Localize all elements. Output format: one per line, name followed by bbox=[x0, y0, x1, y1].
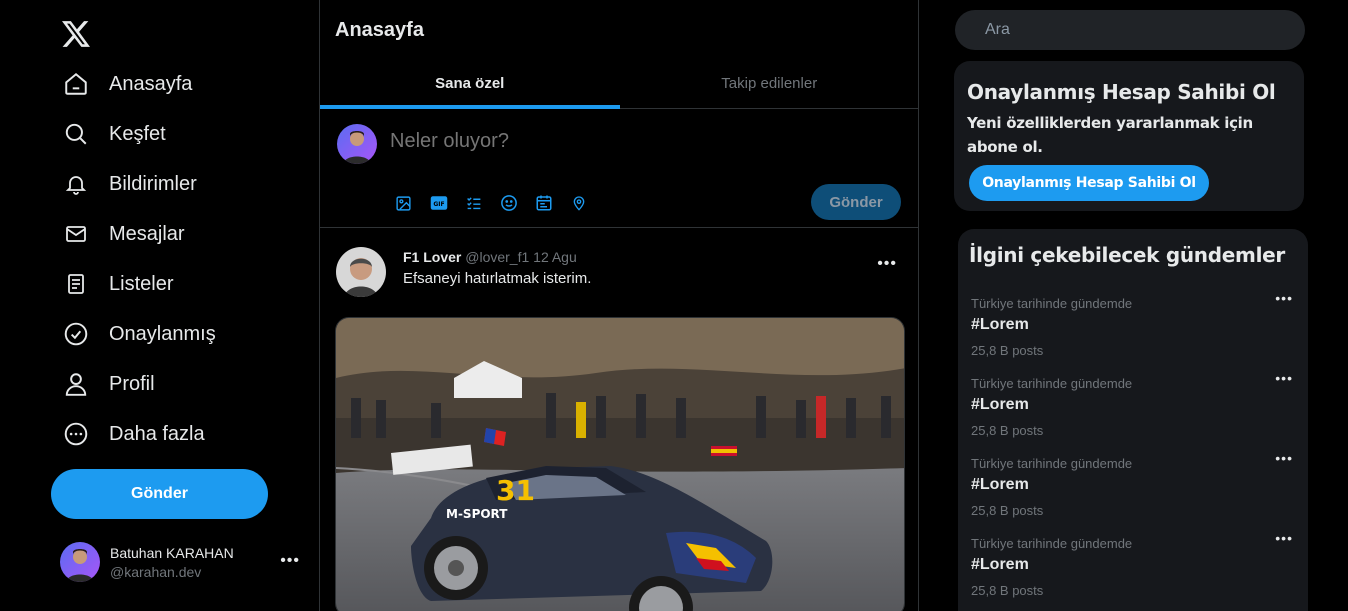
search-icon bbox=[60, 118, 92, 150]
active-tab-indicator bbox=[320, 105, 620, 109]
user-icon bbox=[60, 368, 92, 400]
avatar bbox=[337, 124, 377, 164]
trend-item[interactable]: Türkiye tarihinde gündemde #Lorem 25,8 B… bbox=[971, 450, 1301, 536]
more-icon[interactable]: ••• bbox=[877, 255, 897, 273]
nav-label: Listeler bbox=[109, 272, 174, 295]
more-icon[interactable]: ••• bbox=[1275, 530, 1293, 546]
location-icon[interactable] bbox=[561, 192, 596, 214]
nav-item-profile[interactable]: Profil bbox=[60, 364, 155, 404]
premium-description: Yeni özelliklerden yararlanmak için abon… bbox=[967, 114, 1253, 156]
nav-label: Daha fazla bbox=[109, 422, 205, 445]
tweet-author-name[interactable]: F1 Lover bbox=[403, 249, 461, 265]
trend-item[interactable]: Türkiye tarihinde gündemde #Lorem 25,8 B… bbox=[971, 290, 1301, 376]
svg-text:31: 31 bbox=[496, 474, 535, 507]
nav-item-explore[interactable]: Keşfet bbox=[60, 114, 166, 154]
main-timeline: Anasayfa Sana özel Takip edilenler GIF bbox=[319, 0, 919, 611]
image-icon[interactable] bbox=[386, 192, 421, 214]
subscribe-button[interactable]: Onaylanmış Hesap Sahibi Ol bbox=[969, 165, 1209, 201]
trend-item[interactable]: Türkiye tarihinde gündemde #Lorem 25,8 B… bbox=[971, 530, 1301, 611]
nav-label: Mesajlar bbox=[109, 222, 185, 245]
avatar[interactable] bbox=[336, 247, 386, 297]
trend-tag: #Lorem bbox=[971, 556, 1029, 573]
nav-label: Bildirimler bbox=[109, 172, 197, 195]
nav-label: Keşfet bbox=[109, 122, 166, 145]
trends-panel: İlgini çekebilecek gündemler Türkiye tar… bbox=[958, 229, 1308, 611]
trend-context: Türkiye tarihinde gündemde bbox=[971, 296, 1133, 311]
tab-label: Sana özel bbox=[435, 74, 505, 92]
premium-card: Onaylanmış Hesap Sahibi Ol Yeni özellikl… bbox=[954, 61, 1304, 211]
nav-item-lists[interactable]: Listeler bbox=[60, 264, 173, 304]
tweet-media-image[interactable]: 31 M-SPORT bbox=[335, 317, 905, 611]
more-icon[interactable]: ••• bbox=[1275, 290, 1293, 306]
emoji-icon[interactable] bbox=[491, 192, 526, 214]
tab-for-you[interactable]: Sana özel bbox=[320, 58, 620, 109]
nav-item-more[interactable]: Daha fazla bbox=[60, 414, 205, 454]
search-bar[interactable] bbox=[955, 10, 1305, 50]
compose-input[interactable] bbox=[390, 130, 890, 153]
premium-title: Onaylanmış Hesap Sahibi Ol bbox=[967, 80, 1276, 104]
search-input[interactable] bbox=[955, 21, 1305, 39]
verified-icon bbox=[60, 318, 92, 350]
x-logo-icon[interactable] bbox=[60, 18, 92, 50]
app-root: Anasayfa Keşfet Bildirimler Mesajlar Lis… bbox=[0, 0, 1348, 611]
account-handle: @karahan.dev bbox=[110, 563, 202, 580]
trend-tag: #Lorem bbox=[971, 476, 1029, 493]
tweet-author-meta: @lover_f1 12 Agu bbox=[461, 249, 577, 265]
more-icon[interactable]: ••• bbox=[1275, 370, 1293, 386]
trend-tag: #Lorem bbox=[971, 396, 1029, 413]
tweet-header: F1 Lover @lover_f1 12 Agu bbox=[403, 249, 577, 265]
page-title: Anasayfa bbox=[335, 19, 424, 41]
nav-label: Onaylanmış bbox=[109, 322, 216, 345]
gif-icon[interactable]: GIF bbox=[421, 192, 456, 214]
bell-icon bbox=[60, 168, 92, 200]
tab-label: Takip edilenler bbox=[721, 74, 818, 92]
trend-count: 25,8 B posts bbox=[971, 423, 1044, 438]
nav-label: Profil bbox=[109, 372, 155, 395]
tweet[interactable]: F1 Lover @lover_f1 12 Agu Efsaneyi hatır… bbox=[320, 229, 919, 611]
left-sidebar: Anasayfa Keşfet Bildirimler Mesajlar Lis… bbox=[0, 0, 319, 611]
tweet-composer: GIF Gönder bbox=[320, 110, 919, 228]
svg-text:GIF: GIF bbox=[433, 201, 444, 208]
trend-count: 25,8 B posts bbox=[971, 343, 1044, 358]
trend-count: 25,8 B posts bbox=[971, 503, 1044, 518]
trend-context: Türkiye tarihinde gündemde bbox=[971, 536, 1133, 551]
nav-item-messages[interactable]: Mesajlar bbox=[60, 214, 185, 254]
svg-text:M-SPORT: M-SPORT bbox=[446, 507, 508, 521]
trend-context: Türkiye tarihinde gündemde bbox=[971, 456, 1133, 471]
more-circle-icon bbox=[60, 418, 92, 450]
account-name: Batuhan KARAHAN bbox=[110, 544, 234, 561]
avatar bbox=[60, 542, 100, 582]
poll-icon[interactable] bbox=[456, 192, 491, 214]
trend-item[interactable]: Türkiye tarihinde gündemde #Lorem 25,8 B… bbox=[971, 370, 1301, 456]
nav-item-notifications[interactable]: Bildirimler bbox=[60, 164, 197, 204]
post-button[interactable]: Gönder bbox=[51, 469, 268, 519]
more-icon[interactable]: ••• bbox=[1275, 450, 1293, 466]
timeline-tabs: Sana özel Takip edilenler bbox=[320, 58, 919, 109]
composer-toolbar: GIF bbox=[386, 192, 596, 214]
tweet-text: Efsaneyi hatırlatmak isterim. bbox=[403, 270, 592, 287]
tab-following[interactable]: Takip edilenler bbox=[620, 58, 920, 108]
mail-icon bbox=[60, 218, 92, 250]
schedule-icon[interactable] bbox=[526, 192, 561, 214]
nav-item-verified[interactable]: Onaylanmış bbox=[60, 314, 216, 354]
account-switcher[interactable]: Batuhan KARAHAN @karahan.dev ••• bbox=[60, 540, 310, 584]
nav-label: Anasayfa bbox=[109, 72, 193, 95]
trend-tag: #Lorem bbox=[971, 316, 1029, 333]
trend-count: 25,8 B posts bbox=[971, 583, 1044, 598]
home-icon bbox=[60, 68, 92, 100]
trend-context: Türkiye tarihinde gündemde bbox=[971, 376, 1133, 391]
more-icon[interactable]: ••• bbox=[280, 552, 300, 570]
list-icon bbox=[60, 268, 92, 300]
send-button[interactable]: Gönder bbox=[811, 184, 901, 220]
nav-item-home[interactable]: Anasayfa bbox=[60, 64, 192, 104]
trends-title: İlgini çekebilecek gündemler bbox=[969, 243, 1285, 267]
